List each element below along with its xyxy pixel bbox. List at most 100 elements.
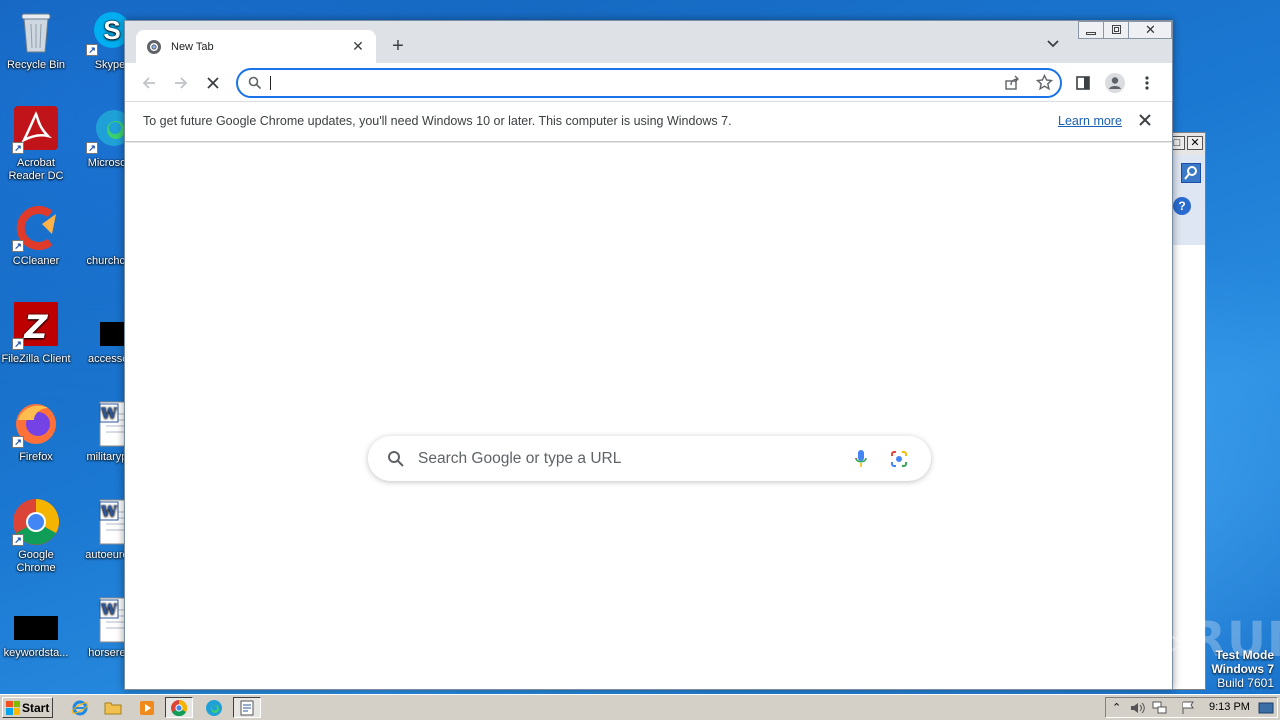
desktop-icon-label: keywordsta... xyxy=(3,647,69,659)
taskbar-media-player-button[interactable] xyxy=(133,697,161,718)
svg-text:W: W xyxy=(100,406,117,422)
desktop-icon-firefox[interactable]: ↗ Firefox xyxy=(0,400,72,464)
build-line: Build 7601 xyxy=(1217,676,1274,690)
filezilla-icon: Z ↗ xyxy=(12,302,60,350)
black-thumbnail-icon xyxy=(12,596,60,644)
chrome-toolbar xyxy=(125,63,1172,101)
desktop-icon-recycle-bin[interactable]: Recycle Bin xyxy=(0,8,72,72)
menu-button[interactable] xyxy=(1135,71,1159,95)
forward-arrow-icon xyxy=(175,77,188,89)
svg-text:S: S xyxy=(103,15,120,45)
test-mode-line: Test Mode xyxy=(1215,648,1274,662)
volume-icon[interactable] xyxy=(1130,701,1146,715)
profile-button[interactable] xyxy=(1103,71,1127,95)
clock[interactable]: 9:13 PM xyxy=(1209,701,1250,713)
application-icon xyxy=(240,700,254,715)
firefox-icon: ↗ xyxy=(12,400,60,448)
windows-version-line: Windows 7 xyxy=(1211,662,1274,676)
new-tab-page xyxy=(125,143,1172,689)
desktop-icon-ccleaner[interactable]: ↗ CCleaner xyxy=(0,204,72,268)
search-icon[interactable] xyxy=(1181,163,1201,183)
background-window-body: ? xyxy=(1173,155,1205,689)
shortcut-arrow-icon: ↗ xyxy=(12,534,24,546)
infobar-close-icon[interactable] xyxy=(1137,112,1153,128)
action-center-flag-icon[interactable] xyxy=(1180,701,1196,715)
tab-title: New Tab xyxy=(171,40,214,53)
restore-button[interactable] xyxy=(1103,21,1129,39)
shortcut-arrow-icon: ↗ xyxy=(86,44,98,56)
chrome-titlebar: New Tab ✕ + ✕ xyxy=(125,21,1172,63)
address-bar[interactable] xyxy=(236,68,1062,98)
search-icon xyxy=(248,76,262,90)
desktop-icon-label: Recycle Bin xyxy=(6,59,66,71)
svg-text:W: W xyxy=(100,602,117,618)
shortcut-arrow-icon: ↗ xyxy=(12,338,24,350)
new-tab-button[interactable]: + xyxy=(387,35,409,58)
desktop-icon-label: FileZilla Client xyxy=(1,353,71,365)
back-arrow-icon xyxy=(142,77,155,89)
avatar-icon xyxy=(1105,73,1125,93)
update-infobar: To get future Google Chrome updates, you… xyxy=(125,101,1172,142)
desktop-icon-google-chrome[interactable]: ↗ Google Chrome xyxy=(0,498,72,575)
svg-text:W: W xyxy=(100,504,117,520)
close-x-icon xyxy=(207,77,219,89)
windows-flag-icon xyxy=(6,700,20,715)
shortcut-arrow-icon: ↗ xyxy=(12,142,24,154)
search-icon xyxy=(388,451,404,467)
minimize-button[interactable] xyxy=(1078,21,1104,39)
shortcut-arrow-icon: ↗ xyxy=(86,142,98,154)
window-controls: ✕ xyxy=(1078,21,1172,39)
share-icon[interactable] xyxy=(1004,75,1020,91)
shortcut-arrow-icon: ↗ xyxy=(12,240,24,252)
google-lens-icon[interactable] xyxy=(890,450,908,468)
chrome-window: New Tab ✕ + ✕ To get future Google Chrom… xyxy=(124,20,1173,690)
close-button[interactable]: ✕ xyxy=(1128,21,1172,39)
show-hidden-icons-chevron-icon[interactable]: ⌃ xyxy=(1112,701,1121,714)
close-icon[interactable]: ✕ xyxy=(1187,136,1203,150)
infobar-message: To get future Google Chrome updates, you… xyxy=(143,114,732,128)
forward-button[interactable] xyxy=(169,71,193,95)
desktop-icon-label: Google Chrome xyxy=(16,549,56,574)
desktop-icon-label: Firefox xyxy=(19,451,53,463)
taskbar: Start ⌃ 9:13 PM xyxy=(0,694,1280,720)
taskbar-edge-button[interactable] xyxy=(200,697,228,718)
bookmark-star-icon[interactable] xyxy=(1036,74,1053,91)
recycle-bin-icon xyxy=(12,8,60,56)
desktop-icon-keywordsta[interactable]: keywordsta... xyxy=(0,596,72,660)
address-input[interactable] xyxy=(270,73,970,93)
taskbar-ie-button[interactable] xyxy=(66,697,94,718)
side-panel-button[interactable] xyxy=(1071,71,1095,95)
help-icon[interactable]: ? xyxy=(1173,197,1191,215)
text-caret xyxy=(270,76,271,90)
chrome-icon: ↗ xyxy=(12,498,60,546)
learn-more-link[interactable]: Learn more xyxy=(1058,114,1122,128)
google-search-box[interactable] xyxy=(368,436,931,481)
desktop-icon-label: CCleaner xyxy=(12,255,60,267)
back-button[interactable] xyxy=(137,71,161,95)
taskbar-explorer-button[interactable] xyxy=(99,697,127,718)
show-desktop-icon[interactable] xyxy=(1258,701,1274,715)
chrome-icon xyxy=(171,699,188,716)
desktop-icon-label: Acrobat Reader DC xyxy=(8,157,64,182)
tab-search-chevron-icon[interactable] xyxy=(1045,35,1061,51)
taskbar-app-button[interactable] xyxy=(233,697,261,718)
taskbar-chrome-button[interactable] xyxy=(165,697,193,718)
desktop-icon-acrobat[interactable]: ↗ Acrobat Reader DC xyxy=(0,106,72,183)
side-panel-icon xyxy=(1076,76,1090,90)
stop-loading-button[interactable] xyxy=(201,71,225,95)
shortcut-arrow-icon: ↗ xyxy=(12,436,24,448)
ccleaner-icon: ↗ xyxy=(12,204,60,252)
edge-icon xyxy=(206,699,222,716)
windows-test-mode-badge: Test Mode Windows 7 Build 7601 xyxy=(1211,648,1274,690)
tab-new-tab[interactable]: New Tab ✕ xyxy=(136,30,376,63)
tab-close-icon[interactable]: ✕ xyxy=(350,38,366,55)
media-player-icon xyxy=(140,700,154,715)
desktop-icon-filezilla[interactable]: Z ↗ FileZilla Client xyxy=(0,302,72,366)
kebab-menu-icon xyxy=(1145,76,1149,90)
folder-icon xyxy=(104,702,122,714)
google-search-input[interactable] xyxy=(418,447,838,471)
start-button[interactable]: Start xyxy=(2,697,53,718)
network-icon[interactable] xyxy=(1152,701,1168,715)
system-tray: ⌃ 9:13 PM xyxy=(1105,697,1278,718)
microphone-icon[interactable] xyxy=(854,449,868,469)
